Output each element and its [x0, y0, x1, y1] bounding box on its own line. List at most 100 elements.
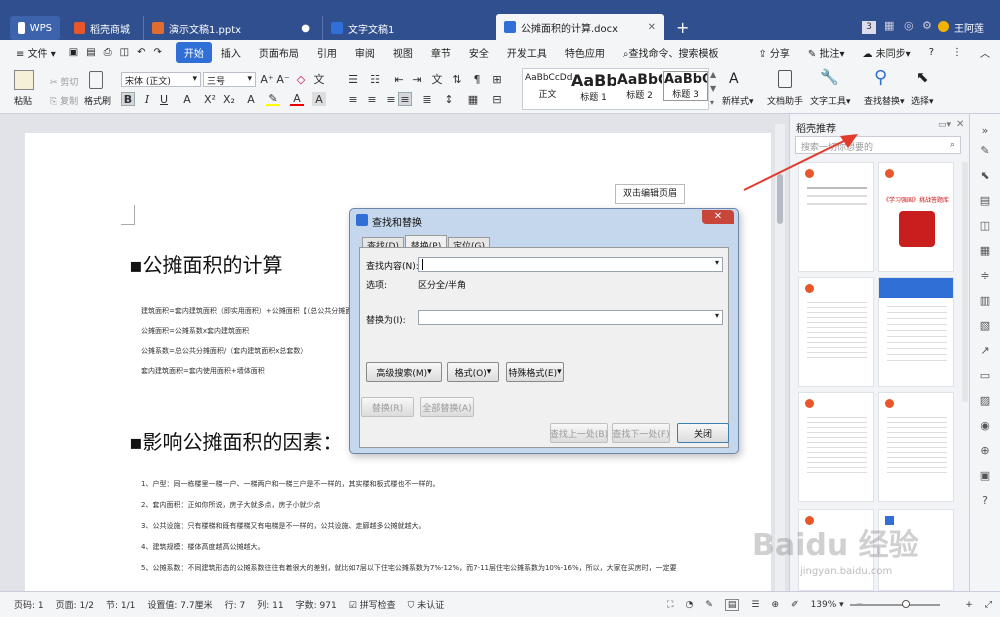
paragraph-line[interactable]: 公摊系数=总公共分摊面积/（套内建筑面积x总套数） [141, 346, 307, 356]
paste-icon[interactable] [14, 70, 34, 90]
menu-chapter[interactable]: 章节 [422, 45, 460, 60]
bullets-icon[interactable]: ☰ [346, 72, 360, 86]
search-icon[interactable]: ⌕ [950, 140, 955, 150]
paragraph-line[interactable]: 1、户型：同一栋楼里一梯一户、一梯两户和一梯三户是不一样的，其实楼和板式楼也不一… [141, 479, 439, 489]
format-button[interactable]: 格式(O) ▾ [447, 362, 499, 382]
menu-home[interactable]: 开始 [175, 41, 212, 63]
style-heading2[interactable]: AaBbC标题 2 [617, 72, 662, 101]
shape-icon[interactable]: ◫ [978, 219, 992, 233]
replace-history-dropdown-icon[interactable]: ▾ [715, 311, 719, 320]
find-next-button[interactable]: 查找下一处(F) [612, 423, 670, 443]
write-mode-icon[interactable]: ✐ [791, 600, 799, 610]
find-previous-button[interactable]: 查找上一处(B) [550, 423, 608, 443]
style-normal[interactable]: AaBbCcDd 正文 [525, 73, 572, 100]
pane-expand-icon[interactable]: » [978, 124, 992, 138]
italic-icon[interactable]: I [140, 92, 154, 106]
redo-icon[interactable]: ↷ [150, 47, 166, 58]
clear-format-icon[interactable]: ◇ [294, 72, 308, 86]
shading-icon[interactable]: ▦ [466, 92, 480, 106]
apps-icon[interactable]: ▦ [978, 244, 992, 258]
strikethrough-icon[interactable]: A [180, 92, 194, 106]
fit-page-icon[interactable]: ⤢ [985, 600, 992, 610]
save-icon[interactable]: ▣ [65, 47, 82, 58]
menu-security[interactable]: 安全 [460, 45, 498, 60]
layout-icon[interactable]: ▧ [978, 319, 992, 333]
storage-icon[interactable]: ▭ [978, 369, 992, 383]
grid-icon[interactable]: ▦ [884, 19, 894, 32]
increase-indent-icon[interactable]: ⇥ [410, 72, 424, 86]
shrink-font-icon[interactable]: A⁻ [276, 72, 290, 86]
menu-view[interactable]: 视图 [384, 45, 422, 60]
replace-input[interactable]: ▾ [418, 310, 723, 325]
undo-icon[interactable]: ↶ [133, 47, 149, 58]
paragraph-line[interactable]: 建筑面积=套内建筑面积（即实用面积）+公摊面积【（总公共分摊面积） [141, 306, 366, 316]
align-center-icon[interactable]: ≡ [365, 92, 379, 106]
highlight-icon[interactable]: ✎ [266, 92, 280, 106]
pane-options-icon[interactable]: ▭▾ [938, 120, 951, 130]
bold-icon[interactable]: B [121, 92, 135, 106]
dialog-close-icon[interactable]: ✕ [702, 210, 734, 224]
sync-button[interactable]: ☁ 未同步▾ [853, 45, 919, 60]
command-search[interactable]: ⌕查找命令、搜索模板 [614, 45, 728, 60]
font-color-icon[interactable]: A [290, 92, 304, 106]
justify-icon[interactable]: ≡ [398, 92, 412, 106]
tab-presentation[interactable]: 演示文稿1.pptx ● [143, 16, 318, 40]
paragraph-line[interactable]: 5、公摊系数：不同建筑形态的公摊系数往往有着很大的差别，就比如7层以下住宅公摊系… [141, 563, 677, 573]
template-thumb[interactable]: 《学习强国》挑战答题库 [878, 162, 954, 272]
heading-calculation[interactable]: ▪公摊面积的计算 [129, 249, 283, 278]
new-style-icon[interactable]: A [729, 71, 739, 87]
paragraph-line[interactable]: 公摊面积=公摊系数x套内建筑面积 [141, 326, 249, 336]
page-view-icon[interactable]: ▤ [724, 598, 740, 611]
edit-header-button[interactable]: 双击编辑页眉 [615, 184, 685, 204]
zoom-slider[interactable] [850, 600, 940, 608]
cursor-icon[interactable]: ⬉ [978, 169, 992, 183]
advanced-search-button[interactable]: 高级搜索(M) ▾ [366, 362, 442, 382]
style-heading1[interactable]: AaBb 标题 1 [571, 71, 616, 103]
paragraph-line[interactable]: 套内建筑面积=套内使用面积+墙体面积 [141, 366, 265, 376]
borders-icon[interactable]: ⊞ [490, 72, 504, 86]
font-name-select[interactable]: 宋体 (正文) ▾ [121, 72, 201, 87]
template-thumb[interactable] [878, 392, 954, 502]
style-heading3[interactable]: AaBbC 标题 3 [663, 71, 708, 101]
chart-icon[interactable]: ▥ [978, 294, 992, 308]
eye-protect-icon[interactable]: ◔ [685, 600, 693, 610]
collapse-ribbon-icon[interactable]: ︿ [971, 45, 1000, 60]
align-left-icon[interactable]: ≡ [346, 92, 360, 106]
open-icon[interactable]: ▤ [82, 47, 99, 58]
zoom-in-icon[interactable]: + [965, 600, 973, 610]
template-thumb[interactable] [798, 277, 874, 387]
preview-icon[interactable]: ◫ [116, 47, 133, 58]
table-borders-icon[interactable]: ⊟ [490, 92, 504, 106]
template-thumb[interactable] [878, 277, 954, 387]
select-button[interactable]: 选择▾ [911, 94, 934, 107]
settings-icon[interactable]: ⚙ [922, 19, 932, 32]
format-painter-icon[interactable] [89, 71, 103, 89]
cut-button[interactable]: ✂ 剪切 [50, 75, 78, 88]
menu-features[interactable]: 特色应用 [556, 45, 614, 60]
template-icon[interactable]: ▤ [978, 194, 992, 208]
outline-view-icon[interactable]: ☰ [751, 600, 759, 610]
format-painter-button[interactable]: 格式刷 [84, 94, 111, 107]
style-scroll-icon[interactable]: ▲ ▼ ▾ [710, 68, 720, 110]
spellcheck-button[interactable]: ☑ 拼写检查 [349, 598, 396, 611]
fullscreen-icon[interactable]: ⛶ [667, 600, 673, 610]
more-icon[interactable]: ⋮ [943, 47, 971, 58]
doc-assistant-icon[interactable] [778, 70, 792, 88]
line-spacing-icon[interactable]: ↕ [442, 92, 456, 106]
special-format-button[interactable]: 特殊格式(E) ▾ [506, 362, 564, 382]
window-icon[interactable]: ▣ [978, 469, 992, 483]
decrease-indent-icon[interactable]: ⇤ [392, 72, 406, 86]
menu-developer[interactable]: 开发工具 [498, 45, 556, 60]
help-icon[interactable]: ? [920, 47, 943, 58]
skin-icon[interactable]: ◎ [904, 19, 914, 32]
char-shading-icon[interactable]: A [312, 92, 326, 106]
print-icon[interactable]: ⎙ [100, 47, 116, 58]
select-icon[interactable]: ⬉ [916, 68, 929, 86]
menu-insert[interactable]: 插入 [212, 45, 250, 60]
user-name[interactable]: 王阿莲 [954, 20, 984, 35]
find-input[interactable]: ▾ [418, 257, 723, 272]
find-replace-button[interactable]: 查找替换▾ [864, 94, 905, 107]
close-button[interactable]: 关闭 [677, 423, 729, 443]
paragraph-line[interactable]: 4、建筑规模：楼体高度越高公摊越大。 [141, 542, 264, 552]
subscript-icon[interactable]: X₂ [222, 92, 236, 106]
